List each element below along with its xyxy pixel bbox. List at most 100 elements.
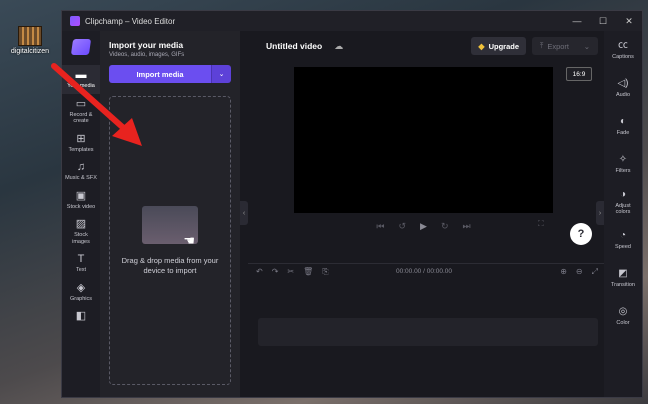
panel-subtitle: Videos, audio, images, GIFs bbox=[109, 52, 185, 58]
sidebar-item-stock-images[interactable]: ▨ Stock images bbox=[62, 214, 100, 249]
desktop-icon-label: digitalcitizen bbox=[10, 48, 50, 55]
delete-icon[interactable]: 🗑 bbox=[303, 267, 313, 276]
speaker-icon: ◁) bbox=[617, 77, 629, 89]
sidebar-item-label: Audio bbox=[615, 91, 631, 98]
fit-timeline-icon[interactable]: ⤢ bbox=[592, 267, 598, 277]
sidebar-item-speed[interactable]: ◔ Speed bbox=[604, 221, 642, 259]
sidebar-item-record-create[interactable]: ▭ Record & create bbox=[62, 94, 100, 129]
split-icon[interactable]: ✂ bbox=[287, 267, 294, 276]
zoom-out-icon[interactable]: ⊖ bbox=[576, 267, 583, 277]
editor-top-bar: Untitled video ☁ ◆ Upgrade ⤒ Export ⌄ bbox=[248, 31, 606, 61]
cloud-off-icon: ☁ bbox=[334, 40, 344, 51]
sidebar-item-color[interactable]: ◎ Color bbox=[604, 297, 642, 335]
sidebar-item-label: Graphics bbox=[69, 295, 92, 302]
sidebar-item-text[interactable]: T Text bbox=[62, 249, 100, 278]
diamond-icon: ◆ bbox=[478, 41, 485, 51]
close-button[interactable]: ✕ bbox=[616, 11, 642, 31]
sidebar-item-music-sfx[interactable]: ♫ Music & SFX bbox=[62, 157, 100, 186]
templates-icon: ⊞ bbox=[76, 132, 86, 145]
aspect-ratio-button[interactable]: 16:9 bbox=[566, 67, 592, 81]
duplicate-icon[interactable]: ⎘ bbox=[322, 267, 328, 277]
redo-icon[interactable]: ↷ bbox=[272, 267, 279, 276]
sidebar-item-label: Templates bbox=[68, 146, 94, 153]
sidebar-item-filters[interactable]: ✧ Filters bbox=[604, 145, 642, 183]
sidebar-item-adjust-colors[interactable]: ◑ Adjust colors bbox=[604, 183, 642, 221]
playback-controls: ⏮ ↺ ▶ ↻ ⏭ bbox=[294, 219, 553, 233]
clipchamp-app-icon bbox=[70, 16, 80, 26]
film-icon: ▣ bbox=[75, 189, 87, 202]
folder-icon: ▬ bbox=[75, 69, 87, 81]
minimize-button[interactable]: — bbox=[564, 11, 590, 31]
sidebar-item-label: Color bbox=[616, 319, 630, 326]
undo-icon[interactable]: ↶ bbox=[256, 267, 263, 276]
sidebar-item-label: Your media bbox=[67, 83, 95, 89]
skip-forward-icon[interactable]: ⏭ bbox=[463, 221, 471, 232]
sidebar-item-your-media[interactable]: ▬ Your media bbox=[62, 65, 100, 94]
captions-icon: ㏄ bbox=[618, 39, 628, 51]
help-button[interactable]: ? bbox=[570, 223, 592, 245]
dropzone-text: Drag & drop media from your device to im… bbox=[121, 255, 219, 275]
import-media-button[interactable]: Import media bbox=[109, 65, 211, 83]
sidebar-item-label: Speed bbox=[615, 243, 631, 250]
sidebar-item-stock-video[interactable]: ▣ Stock video bbox=[62, 186, 100, 215]
import-media-panel: Import your media Videos, audio, images,… bbox=[100, 31, 240, 397]
sidebar-item-label: Captions bbox=[612, 53, 634, 60]
sidebar-item-more[interactable]: ◧ bbox=[62, 306, 100, 327]
window-title: Clipchamp – Video Editor bbox=[85, 16, 176, 26]
maximize-button[interactable]: ☐ bbox=[590, 11, 616, 31]
shapes-icon: ◈ bbox=[76, 281, 86, 294]
title-bar: Clipchamp – Video Editor — ☐ ✕ bbox=[62, 11, 642, 31]
editor-area: Untitled video ☁ ◆ Upgrade ⤒ Export ⌄ 16… bbox=[248, 31, 606, 397]
video-preview bbox=[294, 67, 553, 213]
rewind-5-icon[interactable]: ↺ bbox=[398, 221, 406, 232]
hand-cursor-icon: ☚ bbox=[183, 232, 195, 248]
zoom-in-icon[interactable]: ⊕ bbox=[560, 267, 567, 277]
upgrade-label: Upgrade bbox=[488, 41, 519, 51]
palette-icon: ◎ bbox=[618, 305, 628, 317]
collapse-left-panel-button[interactable]: ‹ bbox=[240, 201, 248, 225]
play-icon[interactable]: ▶ bbox=[420, 221, 427, 232]
clipchamp-logo bbox=[70, 39, 92, 55]
forward-5-icon[interactable]: ↻ bbox=[441, 221, 449, 232]
media-placeholder-icon: ☚ bbox=[142, 205, 198, 248]
sidebar-item-audio[interactable]: ◁) Audio bbox=[604, 69, 642, 107]
speed-icon: ◔ bbox=[619, 229, 627, 241]
export-button[interactable]: ⤒ Export ⌄ bbox=[532, 37, 598, 55]
camera-icon: ▭ bbox=[75, 97, 87, 110]
sidebar-item-label: Adjust colors bbox=[615, 202, 631, 216]
preview-area: 16:9 ⏮ ↺ ▶ ↻ ⏭ ⛶ ? bbox=[248, 61, 606, 245]
media-dropzone[interactable]: ☚ Drag & drop media from your device to … bbox=[109, 96, 231, 385]
export-label: Export bbox=[547, 41, 570, 51]
sidebar-item-graphics[interactable]: ◈ Graphics bbox=[62, 278, 100, 307]
sidebar-item-label: Stock video bbox=[66, 203, 96, 210]
sidebar-item-label: Text bbox=[75, 267, 87, 273]
sidebar-item-label: Transition bbox=[611, 281, 635, 288]
desktop-icon-digitalcitizen[interactable]: digitalcitizen bbox=[8, 26, 52, 55]
contrast-icon: ◑ bbox=[619, 188, 627, 200]
video-file-icon bbox=[18, 26, 42, 46]
timecode: 00:00.00 / 00:00.00 bbox=[396, 268, 453, 275]
sidebar-item-transition[interactable]: ◩ Transition bbox=[604, 259, 642, 297]
skip-back-icon[interactable]: ⏮ bbox=[376, 221, 384, 232]
transition-icon: ◩ bbox=[618, 267, 628, 279]
left-navigation-rail: ▬ Your media ▭ Record & create ⊞ Templat… bbox=[62, 31, 100, 397]
upgrade-button[interactable]: ◆ Upgrade bbox=[471, 37, 526, 55]
sidebar-item-captions[interactable]: ㏄ Captions bbox=[604, 31, 642, 69]
sidebar-item-label: Fade bbox=[616, 129, 630, 136]
text-icon: T bbox=[77, 253, 85, 265]
chevron-down-icon: ⌄ bbox=[218, 71, 225, 78]
sidebar-item-label: Record & create bbox=[69, 111, 93, 125]
sidebar-item-label: Filters bbox=[615, 167, 631, 174]
image-icon: ▨ bbox=[75, 218, 87, 230]
sidebar-item-templates[interactable]: ⊞ Templates bbox=[62, 129, 100, 158]
sidebar-item-label: Music & SFX bbox=[65, 175, 97, 181]
right-properties-rail: ㏄ Captions ◁) Audio ◐ Fade ✧ Filters ◑ A… bbox=[604, 31, 642, 397]
project-name[interactable]: Untitled video bbox=[266, 41, 322, 51]
collapse-right-panel-button[interactable]: › bbox=[596, 201, 604, 225]
fullscreen-icon[interactable]: ⛶ bbox=[538, 219, 544, 229]
timeline-track[interactable] bbox=[258, 318, 598, 346]
import-options-dropdown[interactable]: ⌄ bbox=[211, 65, 231, 83]
sidebar-item-fade[interactable]: ◐ Fade bbox=[604, 107, 642, 145]
chevron-left-icon: ‹ bbox=[242, 209, 246, 217]
clipchamp-window: Clipchamp – Video Editor — ☐ ✕ ▬ Your me… bbox=[61, 10, 643, 398]
